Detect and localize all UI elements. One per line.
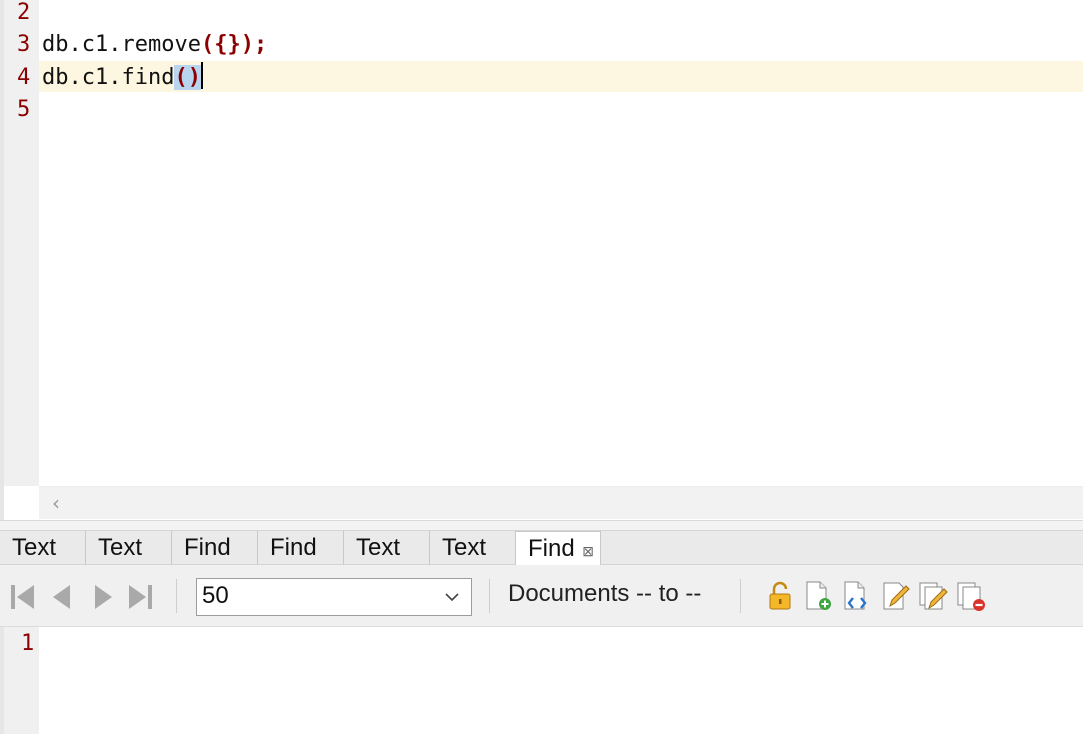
last-page-icon[interactable] [125,582,155,612]
results-toolbar: 50 Documents -- to -- [0,565,1083,627]
delete-documents-icon[interactable] [956,580,986,612]
tab-find-2[interactable]: Find [258,531,344,565]
tab-text-4[interactable]: Text [430,531,516,565]
tab-text-2[interactable]: Text [86,531,172,565]
query-editor[interactable]: 2 3 4 5 db.c1.remove({}); db.c1.find() ‹ [0,0,1083,520]
tab-label: Text [356,534,401,561]
tab-text-1[interactable]: Text [0,531,86,565]
text-caret [200,62,203,89]
next-page-icon[interactable] [88,582,118,612]
previous-page-icon[interactable] [48,582,78,612]
tab-find-active[interactable]: Find ⊠ [516,531,601,566]
tab-find-1[interactable]: Find [172,531,258,565]
tab-label: Find [270,534,317,561]
view-json-icon[interactable] [841,580,871,612]
lock-icon[interactable] [765,580,795,612]
line-number: 3 [17,32,31,57]
tab-label: Text [98,534,143,561]
page-size-value: 50 [202,582,229,609]
code-semicolon: ; [253,32,268,57]
code-text: db.c1.find [42,65,175,90]
add-document-icon[interactable] [803,580,833,612]
result-tabs: Text Text Find Find Text Text Find ⊠ [0,530,1083,566]
tab-text-3[interactable]: Text [344,531,430,565]
edit-document-icon[interactable] [880,580,910,612]
tab-label: Find [528,535,575,562]
horizontal-scrollbar[interactable]: ‹ [39,486,1083,519]
line-number: 1 [21,631,35,656]
tab-label: Find [184,534,231,561]
chevron-down-icon [445,593,459,602]
toolbar-separator [176,579,177,613]
edit-documents-icon[interactable] [918,580,948,612]
document-range-label: Documents -- to -- [508,580,702,607]
code-line-3[interactable]: db.c1.remove({}); [42,28,267,61]
line-number: 5 [17,97,31,122]
code-text: db.c1.remove [42,32,201,57]
close-tab-icon[interactable]: ⊠ [582,534,594,568]
page-size-select[interactable]: 50 [196,578,472,616]
tab-label: Text [442,534,487,561]
line-number: 4 [17,65,31,90]
toolbar-separator [489,579,490,613]
tab-label: Text [12,534,57,561]
line-number: 2 [17,0,31,25]
code-line-4[interactable]: db.c1.find() [42,61,203,94]
toolbar-separator [740,579,741,613]
selected-parens: () [174,65,201,90]
first-page-icon[interactable] [8,582,38,612]
results-panel[interactable]: 1 [0,627,1083,734]
code-parens: ({}) [200,32,254,57]
scroll-left-icon[interactable]: ‹ [52,491,60,515]
